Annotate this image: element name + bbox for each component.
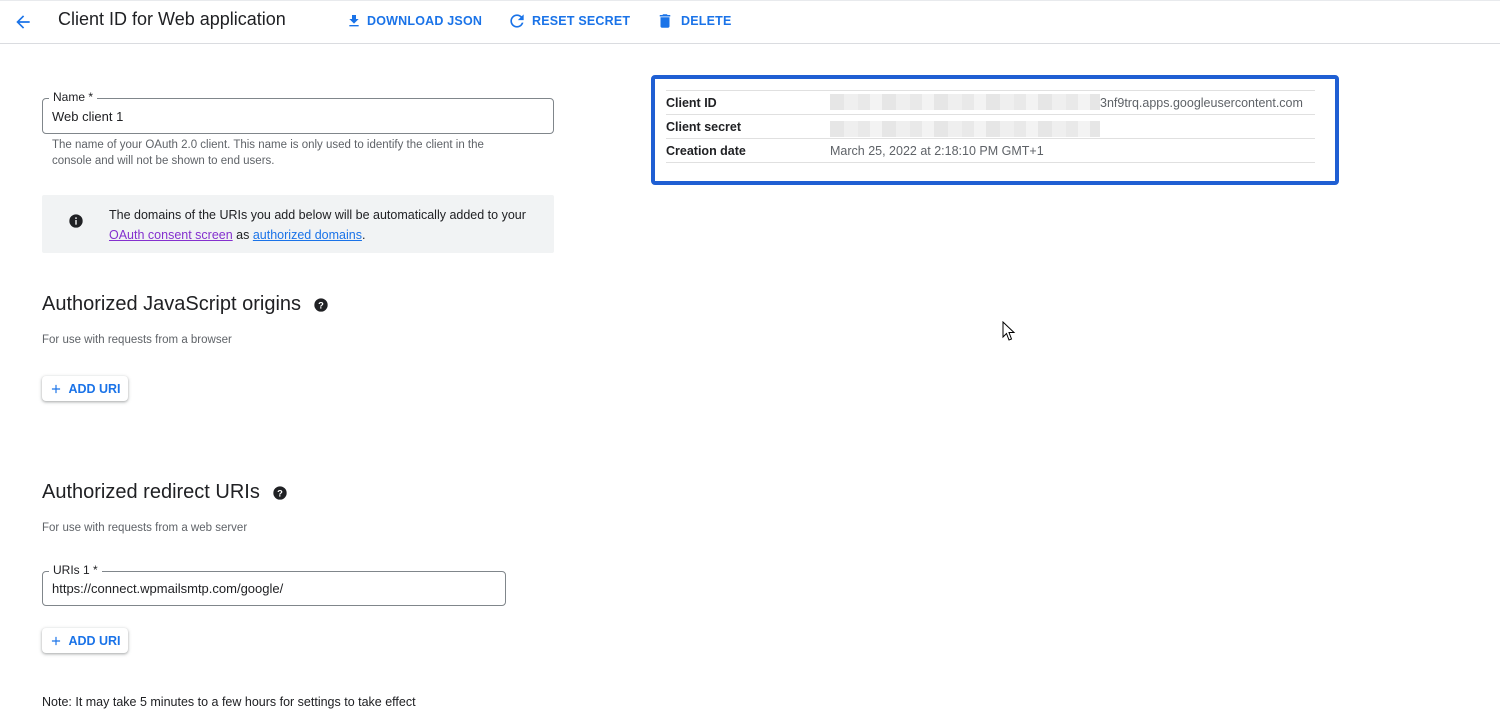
redirect-uris-title: Authorized redirect URIs [42, 481, 260, 503]
back-arrow-icon[interactable] [8, 7, 38, 37]
js-origins-subtitle: For use with requests from a browser [42, 334, 232, 346]
info-text: The domains of the URIs you add below wi… [109, 205, 539, 245]
redirect-uris-subtitle: For use with requests from a web server [42, 522, 248, 534]
client-id-redacted [830, 94, 1100, 110]
oauth-consent-screen-link[interactable]: OAuth consent screen [109, 228, 233, 242]
authorized-domains-link[interactable]: authorized domains [253, 228, 362, 242]
add-js-origin-uri-button[interactable]: ADD URI [42, 376, 128, 401]
reset-secret-label: RESET SECRET [532, 14, 631, 28]
download-icon [346, 13, 362, 29]
plus-icon [49, 382, 63, 396]
refresh-icon [507, 11, 527, 31]
download-json-button[interactable]: DOWNLOAD JSON [346, 11, 482, 31]
redirect-uri-field[interactable]: URIs 1 * [42, 563, 506, 606]
delete-button[interactable]: DELETE [656, 11, 732, 31]
client-id-row: Client ID 3nf9trq.apps.googleusercontent… [666, 90, 1315, 114]
redirect-uri-input[interactable] [52, 572, 496, 605]
js-origins-title: Authorized JavaScript origins [42, 293, 302, 315]
client-id-value[interactable]: 3nf9trq.apps.googleusercontent.com [1100, 96, 1303, 110]
client-secret-label: Client secret [666, 120, 742, 134]
add-uri-label: ADD URI [68, 381, 121, 396]
info-icon [68, 213, 84, 234]
info-box: The domains of the URIs you add below wi… [42, 195, 554, 253]
name-input[interactable] [52, 99, 544, 133]
svg-text:?: ? [277, 488, 283, 498]
name-field[interactable]: Name * [42, 90, 554, 134]
trash-icon [656, 11, 674, 31]
name-helper-text: The name of your OAuth 2.0 client. This … [52, 139, 484, 167]
info-text-after: . [361, 228, 366, 242]
details-divider [666, 162, 1315, 163]
svg-text:?: ? [318, 300, 324, 310]
add-uri-label: ADD URI [68, 633, 121, 648]
download-json-label: DOWNLOAD JSON [367, 14, 483, 28]
creation-date-row: Creation date March 25, 2022 at 2:18:10 … [666, 138, 1315, 162]
info-text-middle: as [232, 228, 253, 242]
plus-icon [49, 634, 63, 648]
client-details-panel: Client ID 3nf9trq.apps.googleusercontent… [651, 75, 1339, 185]
js-origins-heading: Authorized JavaScript origins ? [42, 293, 329, 316]
settings-note: Note: It may take 5 minutes to a few hou… [42, 695, 416, 709]
client-secret-redacted [830, 121, 1100, 137]
mouse-cursor-icon [1002, 320, 1016, 347]
add-redirect-uri-button[interactable]: ADD URI [42, 628, 128, 653]
creation-date-label: Creation date [666, 144, 746, 158]
help-icon[interactable]: ? [272, 485, 288, 501]
redirect-uris-heading: Authorized redirect URIs ? [42, 481, 288, 504]
creation-date-value: March 25, 2022 at 2:18:10 PM GMT+1 [830, 144, 1044, 158]
client-id-label: Client ID [666, 96, 717, 110]
client-secret-row: Client secret [666, 114, 1315, 138]
top-bar: Client ID for Web application DOWNLOAD J… [0, 0, 1500, 44]
page-title: Client ID for Web application [58, 9, 286, 29]
info-text-before: The domains of the URIs you add below wi… [109, 208, 526, 222]
delete-label: DELETE [681, 14, 732, 28]
help-icon[interactable]: ? [313, 297, 329, 313]
reset-secret-button[interactable]: RESET SECRET [507, 11, 630, 31]
